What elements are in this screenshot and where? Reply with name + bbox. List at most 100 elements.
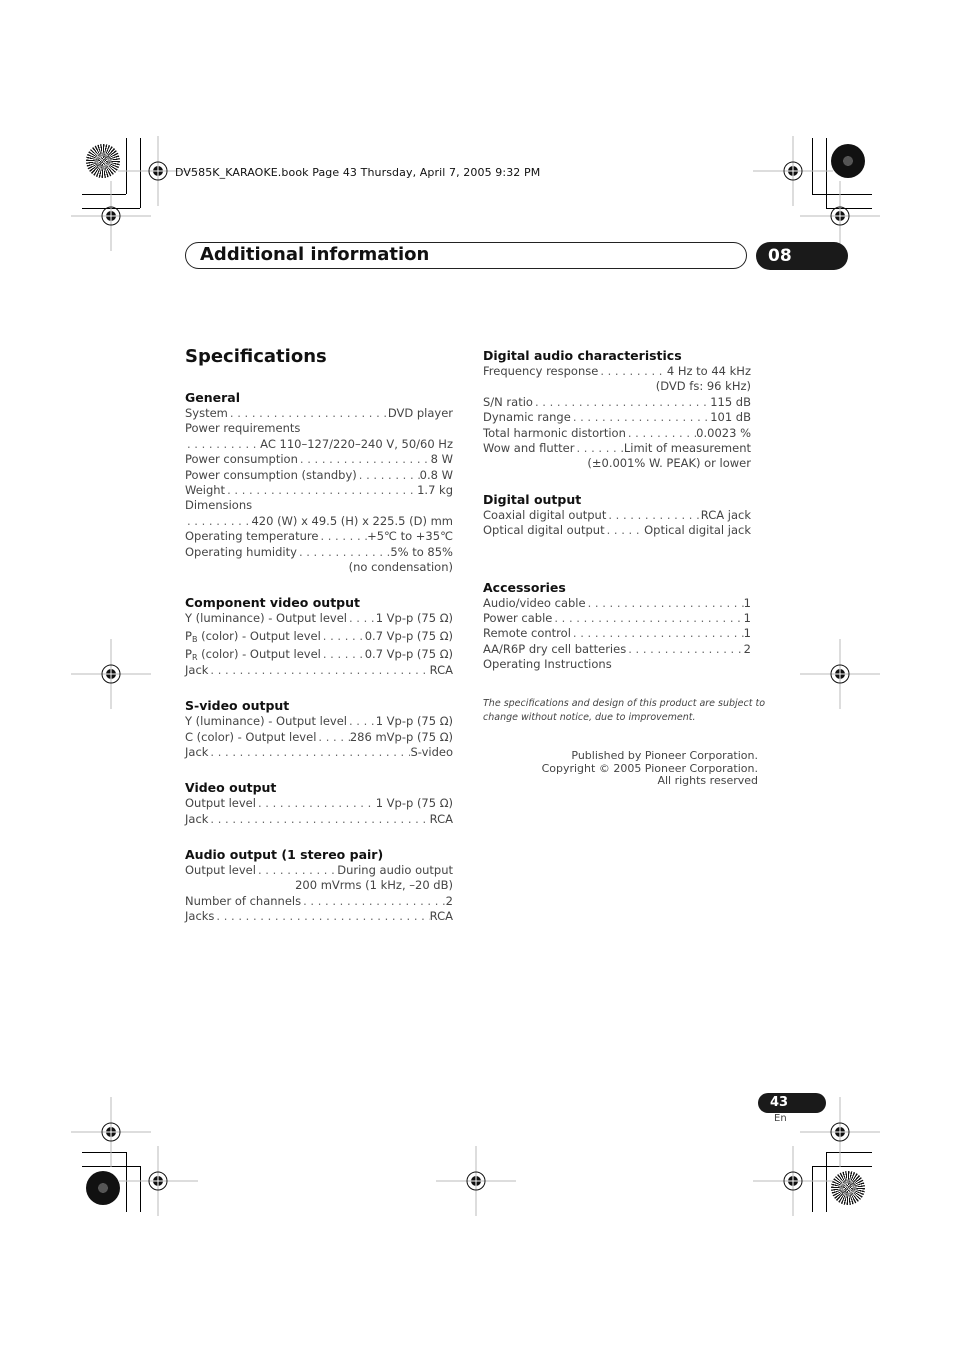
spec-label: Jack bbox=[185, 744, 209, 759]
spec-row: Power consumption 8 W bbox=[185, 452, 453, 467]
dot-leader bbox=[318, 529, 367, 544]
spec-value: 286 mVp-p (75 Ω) bbox=[349, 729, 453, 744]
dot-leader bbox=[571, 626, 744, 641]
dot-leader bbox=[357, 468, 420, 483]
dot-leader bbox=[533, 395, 710, 410]
dot-leader bbox=[298, 452, 431, 467]
spec-row: Coaxial digital output RCA jack bbox=[483, 508, 751, 523]
dot-leader bbox=[571, 410, 710, 425]
dot-leader bbox=[574, 441, 623, 456]
spec-label: Dynamic range bbox=[483, 410, 571, 425]
spec-row: Wow and flutter Limit of measurement bbox=[483, 441, 751, 456]
spec-label: Output level bbox=[185, 796, 256, 811]
spec-row: 420 (W) x 49.5 (H) x 225.5 (D) mm bbox=[185, 514, 453, 529]
spec-row: Jack RCA bbox=[185, 812, 453, 827]
spec-value-continued: (DVD fs: 96 kHz) bbox=[655, 379, 751, 394]
spec-row: C (color) - Output level 286 mVp-p (75 Ω) bbox=[185, 730, 453, 745]
spec-section-heading: Audio output (1 stereo pair) bbox=[185, 847, 384, 863]
registration-mark-icon bbox=[436, 1146, 516, 1216]
spec-label: PR (color) - Output level bbox=[185, 646, 321, 662]
spec-value: 2 bbox=[743, 641, 751, 656]
spec-row: Dynamic range 101 dB bbox=[483, 410, 751, 425]
dot-leader bbox=[605, 523, 644, 538]
spec-value-continued: 200 mVrms (1 kHz, –20 dB) bbox=[295, 878, 453, 893]
spec-value: 1 Vp-p (75 Ω) bbox=[375, 611, 453, 626]
spec-label: Total harmonic distortion bbox=[483, 425, 626, 440]
section-title: Additional information bbox=[200, 244, 430, 265]
spec-row: Power consumption (standby) 0.8 W bbox=[185, 468, 453, 483]
dot-leader bbox=[347, 611, 376, 626]
registration-mark-icon bbox=[118, 1146, 198, 1216]
spec-row: Output level During audio output bbox=[185, 863, 453, 878]
spec-value: 0.0023 % bbox=[696, 425, 751, 440]
spec-value: +5℃ to +35℃ bbox=[367, 529, 453, 544]
sunburst-mark-bottom-left bbox=[86, 1171, 120, 1205]
spec-value: 101 dB bbox=[710, 410, 751, 425]
spec-row: Power cable 1 bbox=[483, 611, 751, 626]
spec-row: S/N ratio 115 dB bbox=[483, 395, 751, 410]
dot-leader bbox=[228, 406, 388, 421]
spec-section: Video outputOutput level1 Vp-p (75 Ω)Jac… bbox=[185, 779, 453, 827]
spec-label: Number of channels bbox=[185, 893, 302, 908]
spec-label: Operating temperature bbox=[185, 529, 319, 544]
spec-row: Jack RCA bbox=[185, 663, 453, 678]
spec-label: System bbox=[185, 406, 228, 420]
spec-label: Y (luminance) - Output level bbox=[185, 611, 347, 626]
spec-section: S-video output Y (luminance) - Output lev… bbox=[185, 697, 453, 760]
spec-label: Power consumption (standby) bbox=[185, 467, 357, 482]
spec-label: AA/R6P dry cell batteries bbox=[483, 641, 627, 656]
spec-value: 5% to 85% bbox=[390, 544, 453, 559]
spec-row: Audio/video cable 1 bbox=[483, 596, 751, 611]
spec-value: S-video bbox=[410, 744, 453, 759]
publisher-info: Published by Pioneer Corporation. Copyri… bbox=[520, 749, 758, 788]
spec-label: Optical digital output bbox=[483, 523, 605, 538]
registration-mark-icon bbox=[71, 639, 151, 709]
specs-left-column: GeneralSystem DVD player Power requirement… bbox=[185, 389, 453, 925]
spec-section-heading: S-video output bbox=[185, 698, 290, 714]
spec-section: Digital audio characteristics Frequency r… bbox=[483, 347, 751, 472]
spec-value: 420 (W) x 49.5 (H) x 225.5 (D) mm bbox=[251, 513, 453, 528]
dot-leader bbox=[185, 437, 260, 452]
spec-value: 1 Vp-p (75 Ω) bbox=[375, 714, 453, 729]
registration-mark-icon bbox=[753, 1146, 833, 1216]
spec-row: AA/R6P dry cell batteries 2 bbox=[483, 642, 751, 657]
spec-row: Operating humidity 5% to 85% bbox=[185, 545, 453, 560]
chapter-number: 08 bbox=[756, 242, 848, 270]
spec-label: Operating Instructions bbox=[483, 657, 612, 672]
dot-leader bbox=[347, 714, 376, 729]
spec-section: Audio output (1 stereo pair) Output level… bbox=[185, 846, 453, 925]
dot-leader bbox=[321, 645, 365, 663]
spec-label: S/N ratio bbox=[483, 394, 533, 409]
spec-section: Digital outputCoaxial digital output RCA … bbox=[483, 491, 751, 539]
page-number: 43 bbox=[758, 1093, 826, 1113]
spec-row: System DVD player bbox=[185, 406, 453, 421]
spec-row: Output level 1 Vp-p (75 Ω) bbox=[185, 796, 453, 811]
spec-section-heading: Component video output bbox=[185, 595, 361, 611]
spec-value: RCA jack bbox=[700, 507, 751, 522]
dot-leader bbox=[214, 909, 429, 924]
sunburst-mark-bottom-right bbox=[831, 1171, 865, 1205]
spec-label: Jacks bbox=[185, 909, 215, 924]
dot-leader bbox=[552, 611, 743, 626]
dot-leader bbox=[321, 627, 365, 645]
spec-label: Weight bbox=[185, 482, 226, 497]
spec-value: RCA bbox=[429, 662, 453, 677]
spec-label: Output level bbox=[185, 863, 256, 878]
dot-leader bbox=[208, 663, 429, 678]
spec-row: Jacks RCA bbox=[185, 909, 453, 924]
spec-section-heading: General bbox=[185, 390, 240, 405]
spec-section-heading: Digital audio characteristics bbox=[483, 348, 682, 363]
dot-leader bbox=[316, 730, 349, 745]
registration-mark-icon bbox=[800, 639, 880, 709]
dot-leader bbox=[208, 812, 429, 827]
disclaimer-note: The specifications and design of this pr… bbox=[483, 698, 766, 723]
dot-leader bbox=[598, 364, 667, 379]
dot-leader bbox=[256, 796, 376, 811]
spec-label: Power cable bbox=[483, 610, 553, 625]
spec-value: 2 bbox=[445, 893, 453, 908]
spec-value-continued: (no condensation) bbox=[348, 559, 453, 574]
registration-mark-icon bbox=[71, 181, 151, 251]
spec-value: 1.7 kg bbox=[417, 482, 453, 497]
spec-value: 0.7 Vp-p (75 Ω) bbox=[364, 628, 453, 643]
spec-label: Operating humidity bbox=[185, 544, 297, 559]
